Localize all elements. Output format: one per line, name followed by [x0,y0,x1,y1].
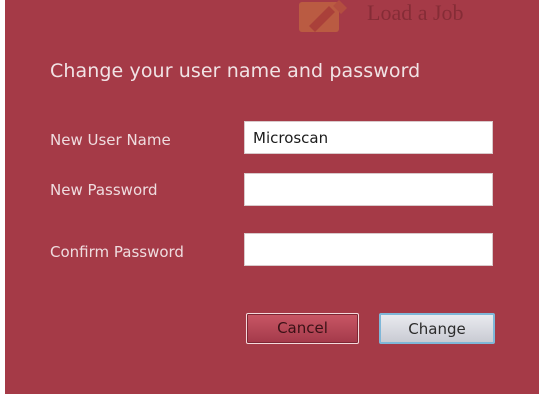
job-icon [295,0,353,36]
new-username-field[interactable] [244,121,493,154]
change-credentials-dialog: Load a Job Change your user name and pas… [5,0,539,394]
new-password-field[interactable] [244,173,493,206]
dialog-title: Change your user name and password [50,60,421,82]
load-job-item: Load a Job [287,0,517,36]
change-button[interactable]: Change [379,313,495,344]
confirm-password-label: Confirm Password [50,243,184,261]
new-username-label: New User Name [50,131,171,149]
load-job-label: Load a Job [367,0,464,25]
cancel-button[interactable]: Cancel [246,313,359,344]
confirm-password-field[interactable] [244,233,493,266]
new-password-label: New Password [50,181,158,199]
screen: Load a Job Change your user name and pas… [0,0,545,402]
